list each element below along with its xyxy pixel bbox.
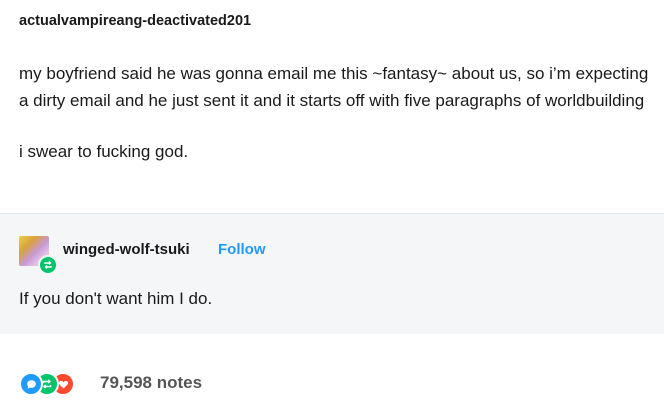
reply-icon bbox=[19, 372, 43, 396]
reblog-body: If you don't want him I do. bbox=[19, 289, 213, 308]
op-paragraph: i swear to fucking god. bbox=[19, 142, 189, 161]
reblog-badge-icon bbox=[38, 255, 58, 275]
follow-button[interactable]: Follow bbox=[218, 241, 266, 258]
op-body: my boyfriend said he was gonna email me … bbox=[19, 60, 649, 165]
reblog-comment: winged-wolf-tsuki Follow If you don't wa… bbox=[0, 213, 664, 334]
notes-count[interactable]: 79,598 notes bbox=[100, 373, 202, 393]
original-post: actualvampireang-deactivated201 my boyfr… bbox=[0, 0, 664, 214]
op-paragraph: my boyfriend said he was gonna email me … bbox=[19, 64, 649, 110]
op-username[interactable]: actualvampireang-deactivated201 bbox=[19, 13, 251, 29]
tumblr-post: actualvampireang-deactivated201 my boyfr… bbox=[0, 0, 664, 407]
reblog-username[interactable]: winged-wolf-tsuki bbox=[63, 241, 190, 258]
